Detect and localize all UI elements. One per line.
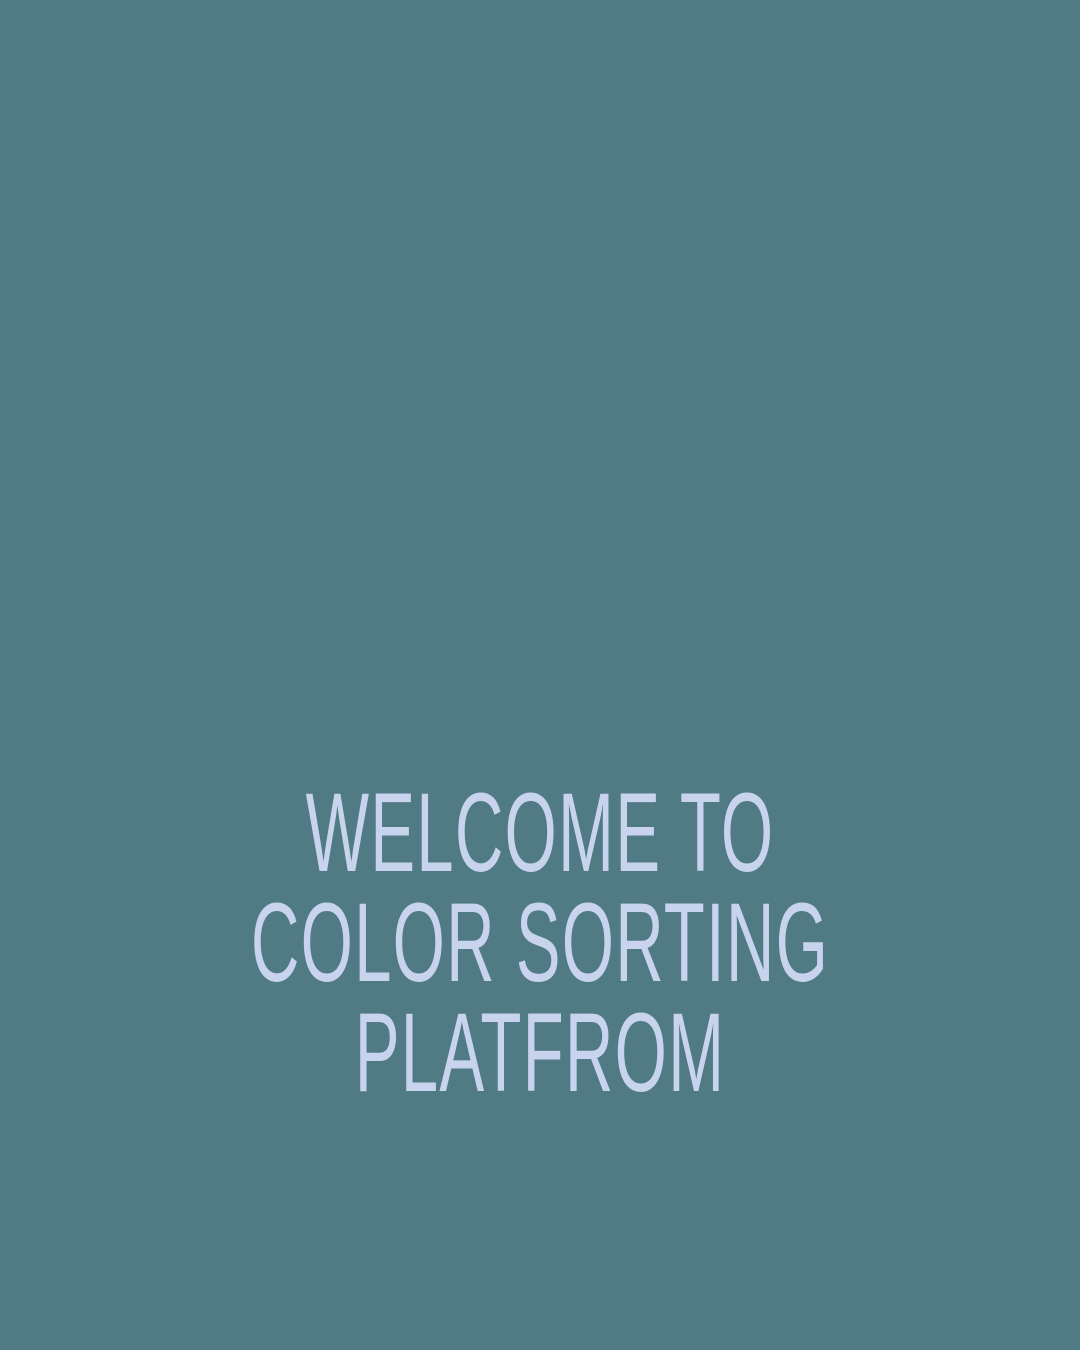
welcome-title: WELCOME TO COLOR SORTING PLATFROM bbox=[0, 770, 1080, 1115]
title-line-3: PLATFROM bbox=[354, 990, 726, 1115]
title-line-2: COLOR SORTING bbox=[250, 880, 830, 1005]
title-line-1: WELCOME TO bbox=[305, 770, 775, 895]
